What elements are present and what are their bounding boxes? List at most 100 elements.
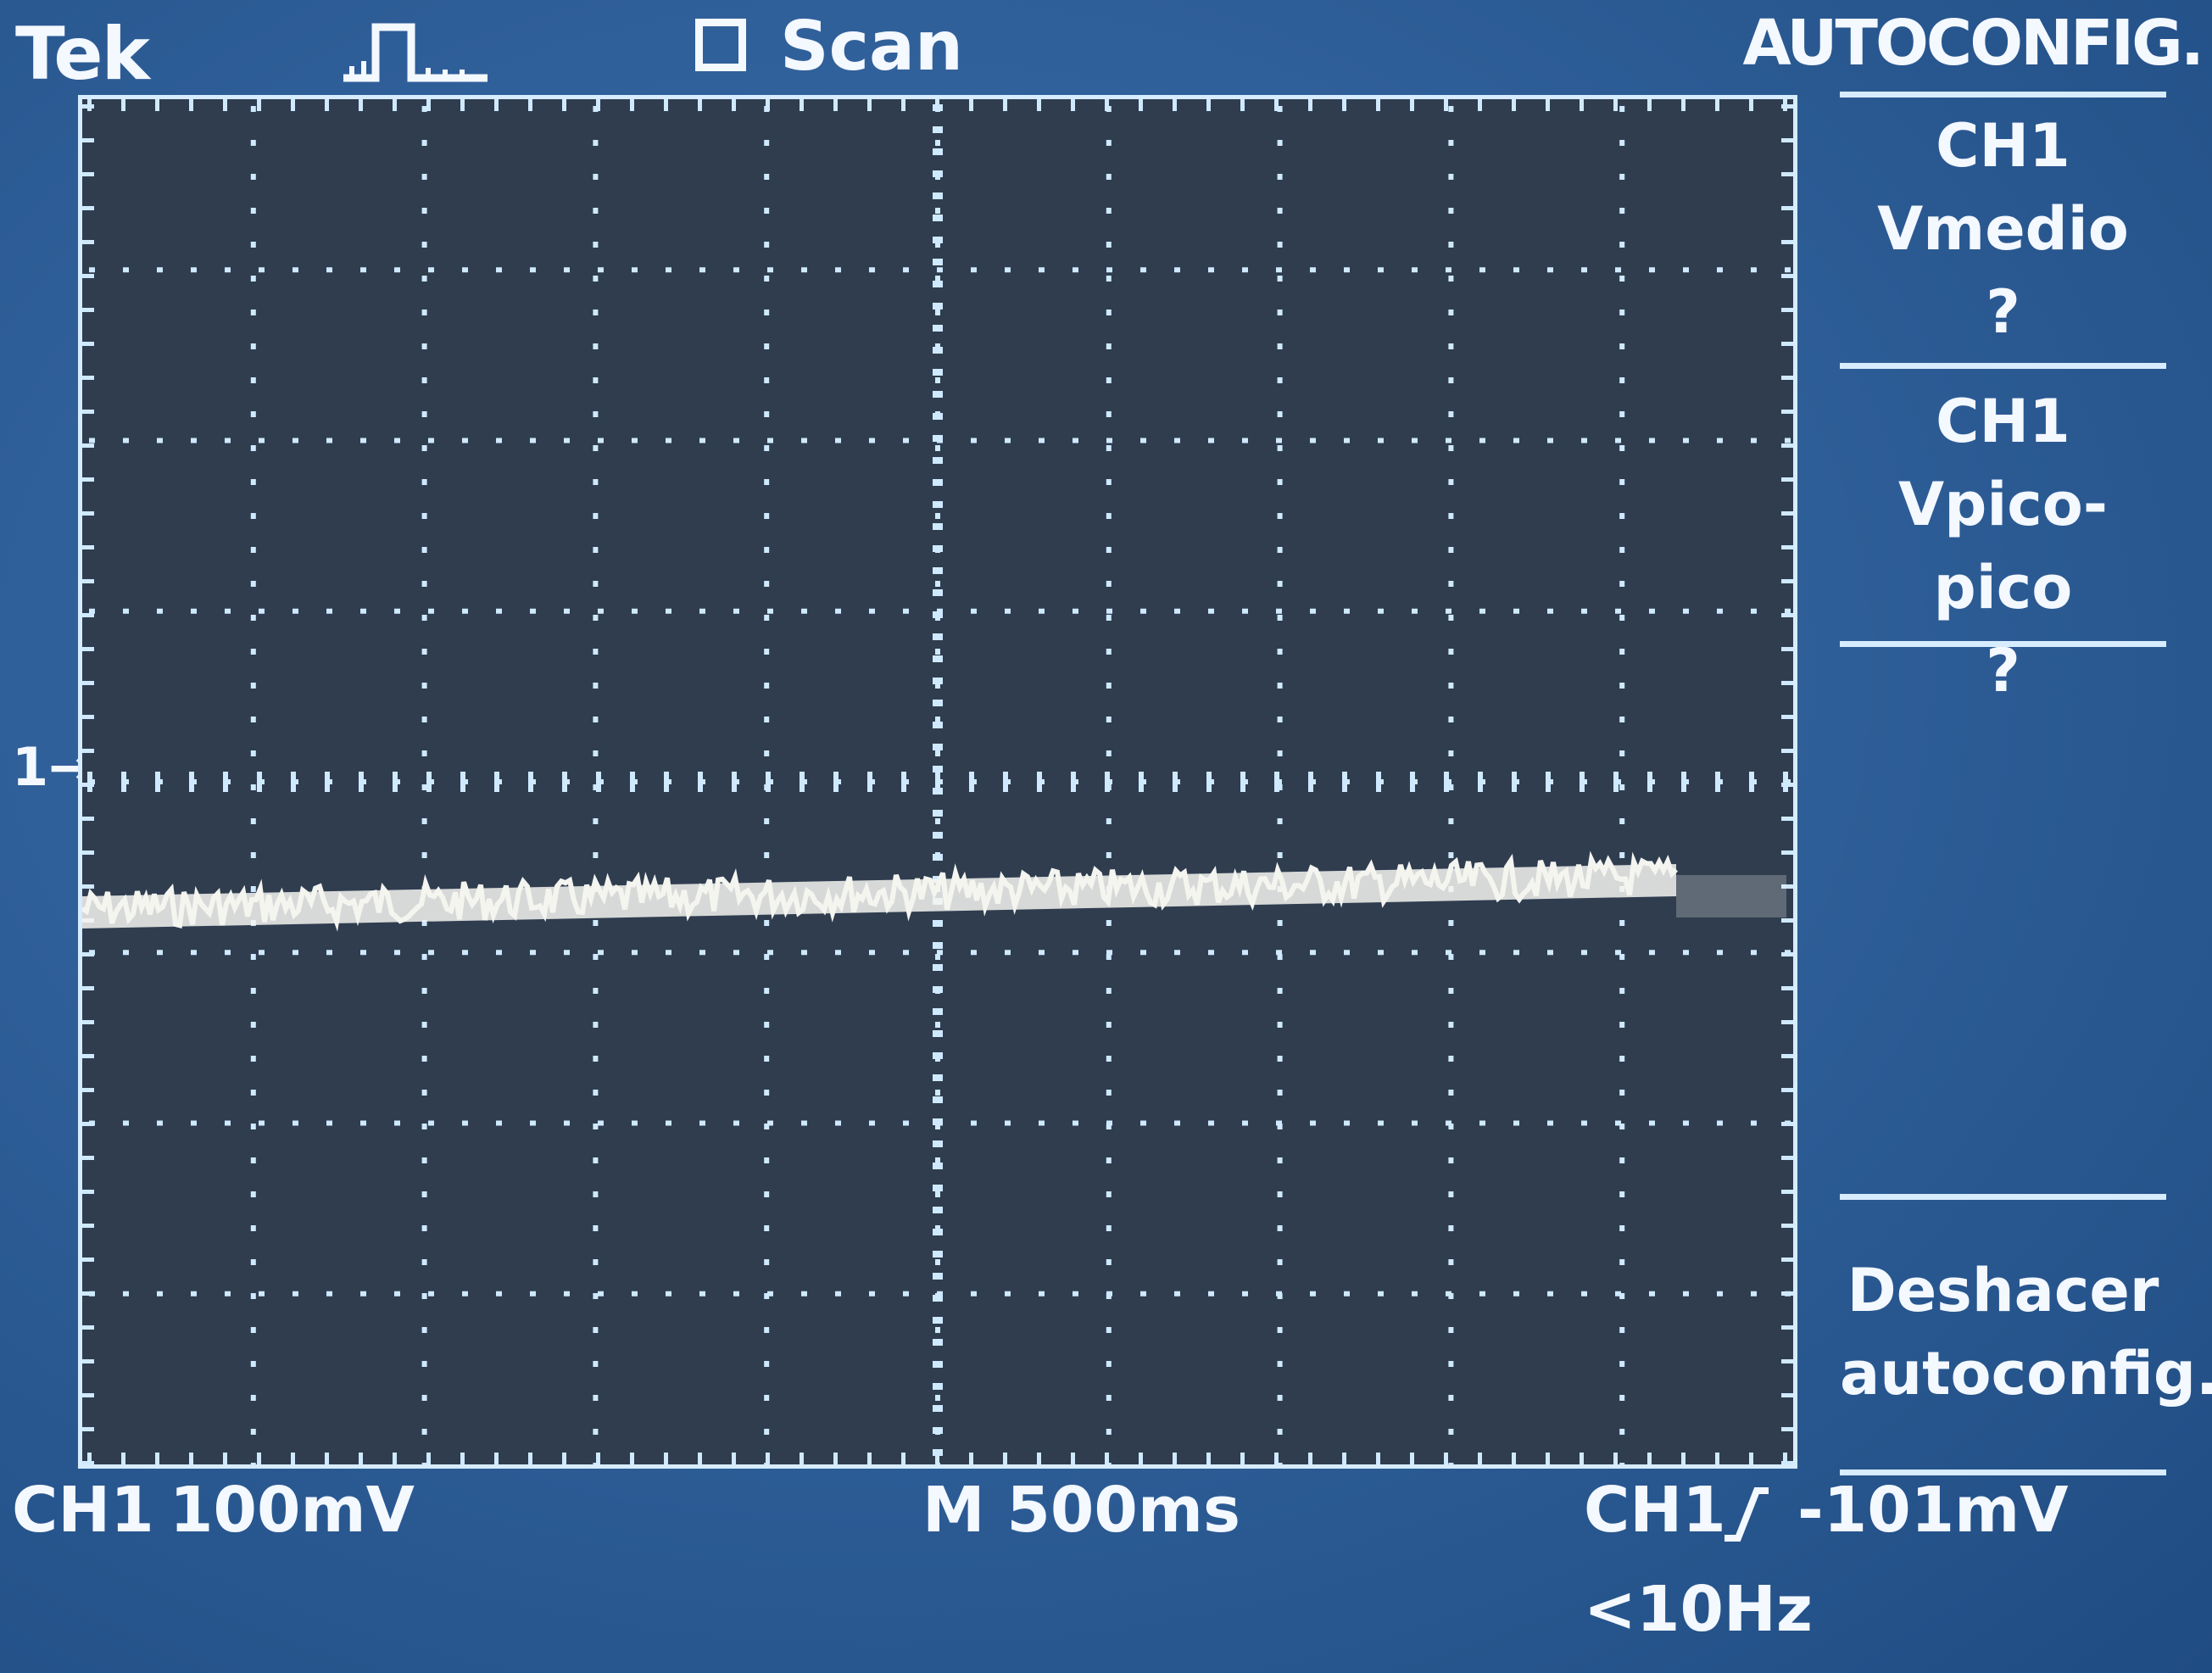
grid-dot [82,749,94,753]
grid-dot [421,1395,427,1401]
grid-dot [1647,1453,1652,1464]
grid-dot [326,1291,332,1297]
grid-dot [1781,952,1793,956]
grid-dot [87,99,92,111]
grid-dot [593,649,599,655]
grid-dot [935,140,940,146]
grid-dot [1240,772,1245,792]
grid-dot [250,106,256,112]
grid-dot [82,1291,94,1296]
grid-dot [593,920,599,926]
grid-dot [869,1291,875,1297]
grid-dot [903,267,909,273]
grid-dot [1448,140,1454,146]
grid-dot [1448,343,1454,349]
grid-dot [1448,717,1454,722]
grid-dot [82,308,94,312]
grid-dot [87,772,92,792]
grid-dot [1277,547,1283,553]
grid-dot [869,267,875,273]
grid-dot [326,438,332,443]
menu-item-line: CH1 [1936,387,2070,456]
grid-dot [1781,1427,1793,1431]
menu-item-line: autoconfig. [1840,1339,2212,1408]
grid-dot [1412,267,1418,273]
grid-dot [1547,267,1553,273]
grid-dot [933,567,943,574]
grid-dot [1448,208,1454,214]
grid-dot [293,1120,298,1126]
grid-dot [935,1022,940,1028]
grid-dot [933,1185,943,1191]
grid-dot [1106,242,1112,248]
grid-dot [933,1163,943,1169]
grid-dot [250,513,256,519]
grid-dot [833,99,838,111]
grid-dot [1781,443,1793,448]
grid-dot [1174,1120,1180,1126]
grid-dot [935,1327,940,1333]
grid-dot [1683,950,1689,956]
grid-dot [496,438,502,443]
menu-button-ch1-vmedio[interactable]: CH1 Vmedio ? [1840,104,2166,354]
grid-dot [291,772,296,792]
grid-dot [933,325,943,332]
grid-dot [82,206,94,210]
grid-dot [1478,1453,1482,1464]
grid-dot [1106,852,1112,858]
grid-dot [1139,99,1143,111]
grid-dot [428,950,434,956]
scan-label: Scan [780,7,963,86]
grid-dot [326,267,332,273]
grid-dot [359,772,364,792]
grid-dot [1410,1453,1414,1464]
grid-dot [1446,608,1451,614]
grid-dot [421,1056,427,1062]
grid-dot [121,99,125,111]
grid-dot [428,1120,434,1126]
grid-dot [250,1157,256,1163]
grid-dot [1781,1224,1793,1228]
grid-dot [1344,1120,1350,1126]
grid-dot [1781,749,1793,753]
grid-dot [593,1259,599,1265]
grid-dot [933,1383,943,1390]
grid-dot [935,1191,940,1197]
grid-dot [1308,99,1312,111]
grid-dot [764,547,770,553]
grid-dot [764,1395,770,1401]
grid-dot [250,615,256,621]
grid-dot [666,1291,671,1297]
grid-dot [1546,772,1551,792]
menu-button-ch1-vpico-pico[interactable]: CH1 Vpico-pico ? [1840,380,2166,712]
grid-dot [1277,242,1283,248]
grid-dot [1683,608,1689,614]
grid-dot [530,267,536,273]
scan-checkbox[interactable] [695,19,746,71]
menu-button-deshacer-autoconfig[interactable]: Deshacer autoconfig. [1840,1249,2212,1415]
grid-dot [394,1120,400,1126]
grid-dot [562,1453,566,1464]
grid-dot [1277,276,1283,282]
grid-dot [1378,950,1384,956]
grid-dot [1781,681,1793,685]
grid-dot [421,784,427,790]
grid-dot [1448,310,1454,315]
grid-dot [82,443,94,448]
grid-dot [1448,411,1454,417]
grid-dot [1378,1120,1384,1126]
grid-dot [121,772,126,792]
grid-dot [901,99,905,111]
grid-dot [250,310,256,315]
grid-dot [1619,1056,1625,1062]
grid-dot [1277,1022,1283,1028]
grid-dot [1581,608,1587,614]
grid-dot [1619,1327,1625,1333]
grid-dot [1446,438,1451,443]
grid-dot [933,832,943,839]
grid-dot [1649,1291,1655,1297]
grid-dot [564,438,570,443]
grid-dot [1619,852,1625,858]
grid-dot [664,99,668,111]
grid-dot [593,140,599,146]
